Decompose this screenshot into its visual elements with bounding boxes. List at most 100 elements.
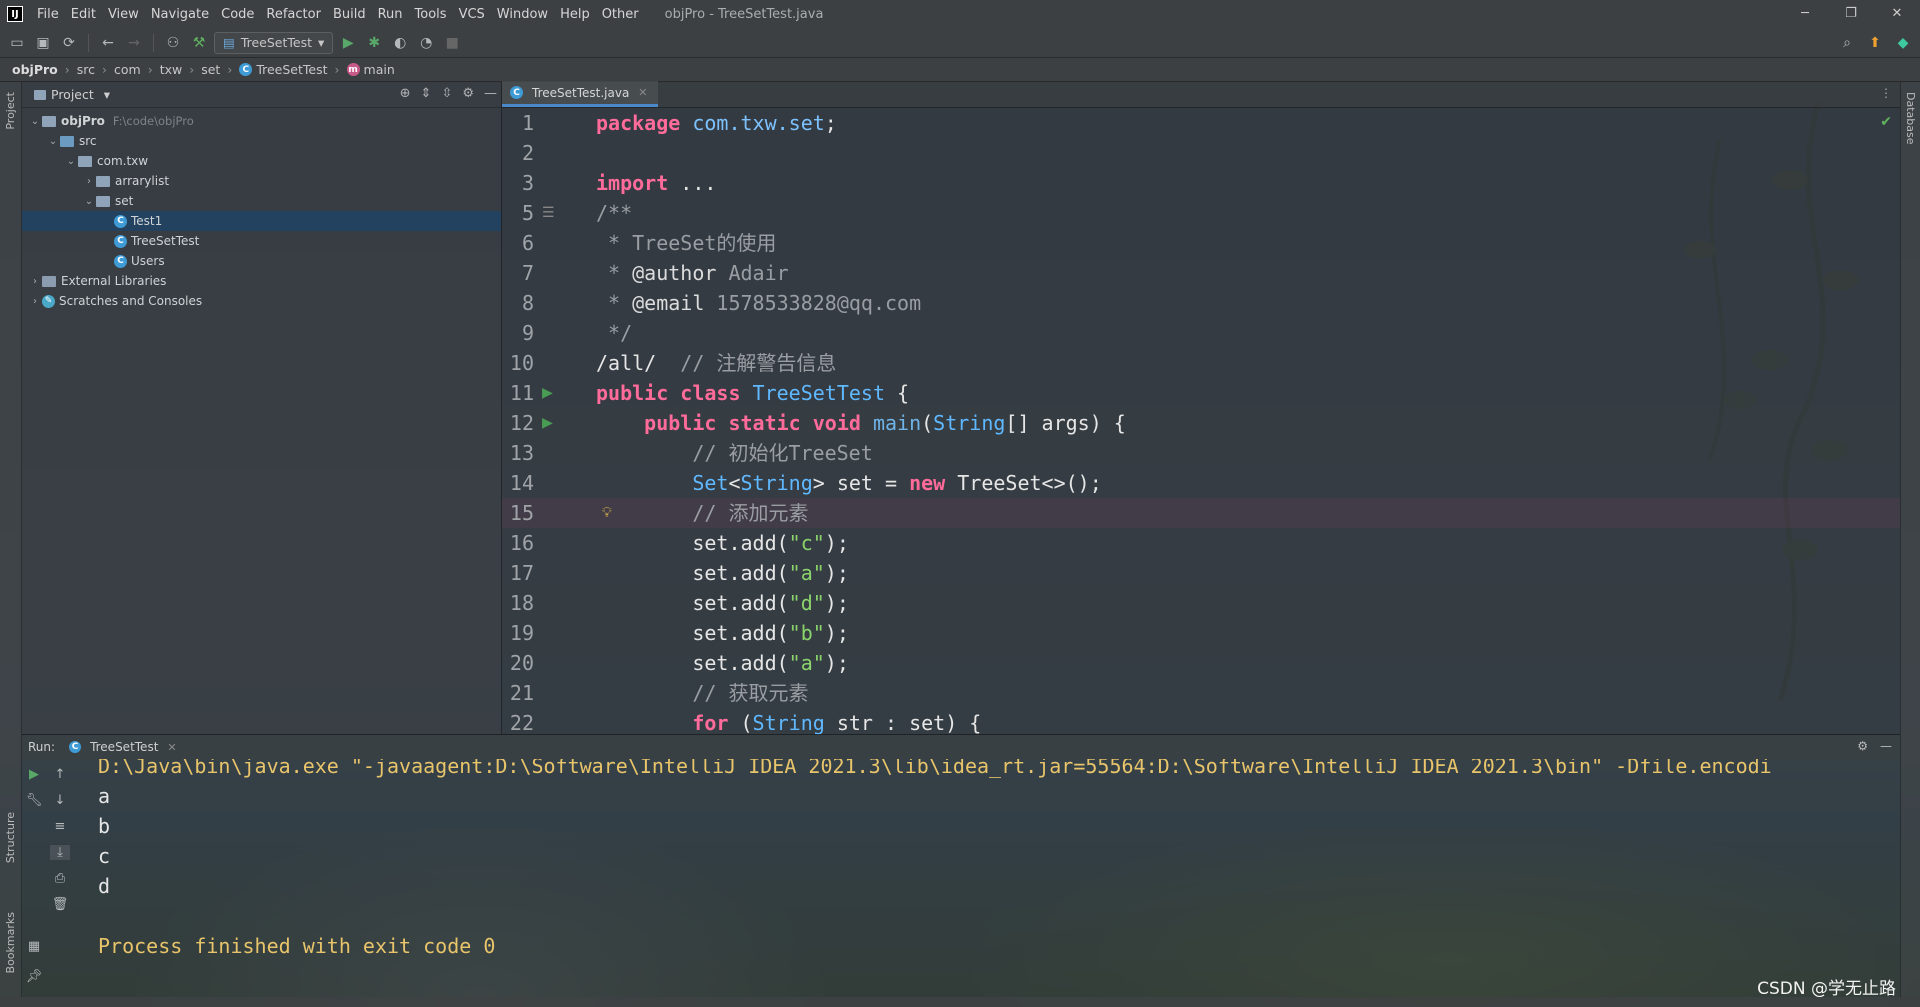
code-line[interactable]: 2 xyxy=(502,138,1900,168)
code-line[interactable]: 18 set.add("d"); xyxy=(502,588,1900,618)
code-line[interactable]: 1 package com.txw.set; xyxy=(502,108,1900,138)
profile-icon[interactable]: ◔ xyxy=(415,32,437,54)
open-folder-icon[interactable]: ▭ xyxy=(6,32,28,54)
code-line[interactable]: 19 set.add("b"); xyxy=(502,618,1900,648)
project-tool-label[interactable]: Project xyxy=(4,92,17,130)
code-line[interactable]: 11 ▶ public class TreeSetTest { xyxy=(502,378,1900,408)
update-icon[interactable]: ⬆ xyxy=(1864,32,1886,54)
tree-item-test1[interactable]: C Test1 xyxy=(22,211,501,231)
menu-code[interactable]: Code xyxy=(215,7,260,22)
chevron-down-icon[interactable]: ▾ xyxy=(104,87,110,102)
run-configuration-select[interactable]: ▤ TreeSetTest ▾ xyxy=(214,31,334,54)
gear-icon[interactable]: ⚙ xyxy=(1857,739,1868,753)
tree-item-external-libraries[interactable]: › External Libraries xyxy=(22,271,501,291)
vcs-user-icon[interactable]: ⚇ xyxy=(162,32,184,54)
crumb-src[interactable]: src xyxy=(77,62,95,77)
code-line[interactable]: 10/all/ // 注解警告信息 xyxy=(502,348,1900,378)
layout-icon[interactable]: ▦ xyxy=(24,939,44,954)
menu-window[interactable]: Window xyxy=(491,7,554,22)
run-icon[interactable]: ▶ xyxy=(337,32,359,54)
arrow-up-icon[interactable]: ↑ xyxy=(50,767,70,782)
menu-refactor[interactable]: Refactor xyxy=(260,7,327,22)
menu-build[interactable]: Build xyxy=(327,7,372,22)
run-tab[interactable]: C TreeSetTest ✕ xyxy=(69,740,177,754)
stop-icon[interactable]: ■ xyxy=(441,32,463,54)
pin-icon[interactable]: 📌︎ xyxy=(24,969,44,984)
project-panel-title[interactable]: Project xyxy=(51,87,94,102)
code-line[interactable]: 14 Set<String> set = new TreeSet<>(); xyxy=(502,468,1900,498)
code-line[interactable]: 7 * @author Adair xyxy=(502,258,1900,288)
close-icon[interactable]: ✕ xyxy=(638,86,647,99)
minimize-button[interactable]: ─ xyxy=(1782,0,1828,28)
crumb-txw[interactable]: txw xyxy=(160,62,183,77)
code-line[interactable]: 5 ☰ /** xyxy=(502,198,1900,228)
trash-icon[interactable]: 🗑︎ xyxy=(50,897,70,912)
menu-edit[interactable]: Edit xyxy=(65,7,102,22)
chevron-down-icon[interactable]: ⌄ xyxy=(64,156,78,167)
chevron-down-icon[interactable]: ⌄ xyxy=(46,136,60,147)
back-icon[interactable]: ← xyxy=(97,32,119,54)
code-line[interactable]: 3 import ... xyxy=(502,168,1900,198)
sync-icon[interactable]: ⟳ xyxy=(58,32,80,54)
database-tool-label[interactable]: Database xyxy=(1904,92,1917,145)
crumb-com[interactable]: com xyxy=(114,62,141,77)
crumb-set[interactable]: set xyxy=(201,62,220,77)
tree-item-src[interactable]: ⌄ src xyxy=(22,131,501,151)
code-line[interactable]: 13 // 初始化TreeSet xyxy=(502,438,1900,468)
expand-all-icon[interactable]: ⇕ xyxy=(421,86,432,101)
menu-tools[interactable]: Tools xyxy=(409,7,453,22)
tree-item-treesettest[interactable]: C TreeSetTest xyxy=(22,231,501,251)
code-area[interactable]: 1 package com.txw.set; 2 3 import ... 5 ☰ /** 6 … xyxy=(502,108,1900,735)
menu-help[interactable]: Help xyxy=(554,7,596,22)
wrench-icon[interactable]: 🔧︎ xyxy=(24,793,44,808)
run-gutter-icon[interactable]: ▶ xyxy=(542,378,553,408)
restore-button[interactable]: ❐ xyxy=(1828,0,1874,28)
bookmarks-tool-label[interactable]: Bookmarks xyxy=(4,912,17,973)
run-gutter-icon[interactable]: ▶ xyxy=(542,408,553,438)
jetbrains-icon[interactable]: ◆ xyxy=(1892,32,1914,54)
code-line[interactable]: 12 ▶ public static void main(String[] arg… xyxy=(502,408,1900,438)
code-line[interactable]: 17 set.add("a"); xyxy=(502,558,1900,588)
code-line[interactable]: 20 set.add("a"); xyxy=(502,648,1900,678)
tree-item-objpro[interactable]: ⌄ objPro F:\code\objPro xyxy=(22,111,501,131)
tree-item-com-txw[interactable]: ⌄ com.txw xyxy=(22,151,501,171)
tab-treesettest-java[interactable]: C TreeSetTest.java ✕ xyxy=(502,81,658,107)
crumb-project[interactable]: objPro xyxy=(12,62,58,77)
gear-icon[interactable]: ⚙ xyxy=(462,86,474,101)
coverage-icon[interactable]: ◐ xyxy=(389,32,411,54)
menu-file[interactable]: File xyxy=(31,7,65,22)
chevron-down-icon[interactable]: ⌄ xyxy=(28,116,42,127)
code-line[interactable]: 8 * @email 1578533828@qq.com xyxy=(502,288,1900,318)
arrow-down-icon[interactable]: ↓ xyxy=(50,793,70,808)
menu-other[interactable]: Other xyxy=(596,7,645,22)
close-button[interactable]: ✕ xyxy=(1874,0,1920,28)
console-output[interactable]: D:\Java\bin\java.exe "-javaagent:D:\Soft… xyxy=(98,759,1890,997)
tree-item-set[interactable]: ⌄ set xyxy=(22,191,501,211)
locate-icon[interactable]: ⊕ xyxy=(400,86,411,101)
tree-item-users[interactable]: C Users xyxy=(22,251,501,271)
chevron-right-icon[interactable]: › xyxy=(28,296,42,307)
forward-icon[interactable]: → xyxy=(123,32,145,54)
hide-icon[interactable]: — xyxy=(1880,739,1892,753)
scroll-to-end-icon[interactable]: ⤓ xyxy=(50,845,70,860)
structure-tool-label[interactable]: Structure xyxy=(4,812,17,863)
search-icon[interactable]: ⌕ xyxy=(1836,32,1858,54)
menu-navigate[interactable]: Navigate xyxy=(145,7,215,22)
chevron-right-icon[interactable]: › xyxy=(82,176,96,187)
crumb-class[interactable]: C TreeSetTest xyxy=(239,62,328,77)
code-line[interactable]: 6 * TreeSet的使用 xyxy=(502,228,1900,258)
tree-item-arrarylist[interactable]: › arrarylist xyxy=(22,171,501,191)
menu-view[interactable]: View xyxy=(102,7,145,22)
hide-icon[interactable]: — xyxy=(484,86,497,101)
more-icon[interactable]: ⋮ xyxy=(1880,86,1892,100)
collapse-all-icon[interactable]: ⇳ xyxy=(441,86,452,101)
debug-icon[interactable]: ✱ xyxy=(363,32,385,54)
code-line[interactable]: 9 */ xyxy=(502,318,1900,348)
rerun-icon[interactable]: ▶ xyxy=(24,767,44,782)
code-line[interactable]: 16 set.add("c"); xyxy=(502,528,1900,558)
save-icon[interactable]: ▣ xyxy=(32,32,54,54)
soft-wrap-icon[interactable]: ≡ xyxy=(50,819,70,834)
menu-vcs[interactable]: VCS xyxy=(453,7,491,22)
crumb-method[interactable]: m main xyxy=(346,62,395,77)
tree-item-scratches-and-consoles[interactable]: › ✎ Scratches and Consoles xyxy=(22,291,501,311)
